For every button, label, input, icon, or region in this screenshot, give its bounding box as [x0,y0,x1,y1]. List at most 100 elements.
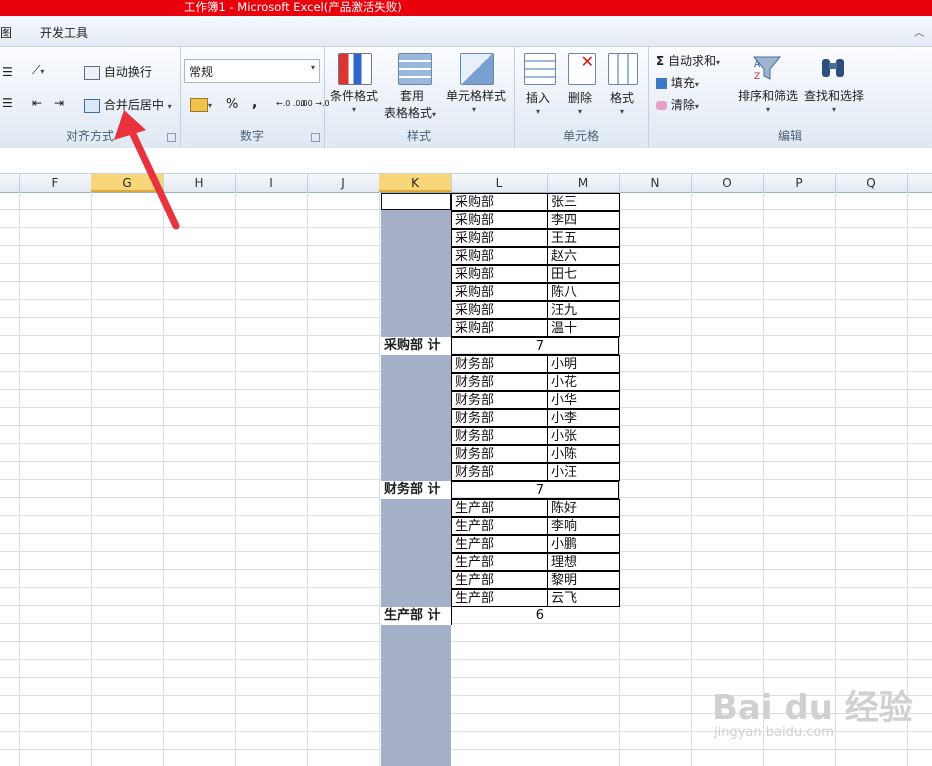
chevron-down-icon[interactable]: ▾ [766,105,770,114]
align-right-icon[interactable]: ☰ [2,96,13,110]
grid-line [91,192,92,766]
department-cell[interactable]: 采购部 [451,193,548,211]
conditional-format-button[interactable]: 条件格式 [330,87,378,104]
subtotal-label[interactable]: 采购部 计 [381,337,451,355]
percent-button[interactable]: % [226,97,238,112]
chevron-down-icon[interactable]: ▾ [472,105,476,114]
name-cell[interactable]: 田七 [547,265,620,283]
department-cell[interactable]: 财务部 [451,427,548,445]
department-cell[interactable]: 采购部 [451,301,548,319]
format-button[interactable]: 格式 [610,89,634,106]
department-cell[interactable]: 财务部 [451,445,548,463]
subtotal-count[interactable]: 7 [451,337,547,355]
increase-indent-icon[interactable]: ⇥ [54,96,64,110]
name-cell[interactable]: 小汪 [547,463,620,481]
menu-developer[interactable]: 开发工具 [40,24,88,41]
fill-button[interactable]: 填充▾ [656,74,699,91]
subtotal-label[interactable]: 生产部 计 [381,607,451,625]
name-cell[interactable]: 陈八 [547,283,620,301]
name-cell[interactable]: 陈好 [547,499,620,517]
subtotal-label[interactable]: 财务部 计 [381,481,451,499]
decrease-indent-icon[interactable]: ⇤ [32,96,42,110]
format-table-label-1[interactable]: 套用 [400,87,424,104]
name-cell[interactable]: 小陈 [547,445,620,463]
name-cell[interactable]: 赵六 [547,247,620,265]
eraser-icon [656,101,667,110]
column-header-f[interactable]: F [19,174,92,192]
column-header-l[interactable]: L [451,174,548,192]
department-cell[interactable]: 生产部 [451,499,548,517]
subtotal-count[interactable]: 7 [451,481,547,499]
column-header-q[interactable]: Q [835,174,908,192]
find-select-button[interactable]: 查找和选择 [804,87,864,104]
department-cell[interactable]: 生产部 [451,553,548,571]
department-cell[interactable]: 生产部 [451,517,548,535]
name-cell[interactable]: 温十 [547,319,620,337]
sort-filter-button[interactable]: 排序和筛选 [738,87,798,104]
name-cell[interactable]: 李四 [547,211,620,229]
comma-button[interactable]: , [252,95,257,111]
cell-styles-button[interactable]: 单元格样式 [446,87,506,104]
menu-view[interactable]: 图 [0,24,12,41]
column-header-m[interactable]: M [547,174,620,192]
department-cell[interactable]: 生产部 [451,571,548,589]
name-cell[interactable]: 汪九 [547,301,620,319]
name-cell[interactable]: 小鹏 [547,535,620,553]
department-cell[interactable]: 采购部 [451,319,548,337]
column-header-partial[interactable] [0,174,20,192]
department-cell[interactable]: 财务部 [451,463,548,481]
department-cell[interactable]: 采购部 [451,283,548,301]
department-cell[interactable]: 生产部 [451,589,548,607]
wrap-text-button[interactable]: 自动换行 [84,63,152,80]
department-cell[interactable]: 生产部 [451,535,548,553]
collapse-ribbon-icon[interactable]: ︿ [914,24,924,39]
number-format-select[interactable]: 常规 ▾ [184,59,320,83]
column-header-o[interactable]: O [691,174,764,192]
name-cell[interactable]: 小明 [547,355,620,373]
insert-button[interactable]: 插入 [526,89,550,106]
column-header-j[interactable]: J [307,174,380,192]
chevron-down-icon[interactable]: ▾ [352,105,356,114]
chevron-down-icon[interactable]: ▾ [578,107,582,116]
chevron-down-icon: ▾ [310,63,315,72]
chevron-down-icon[interactable]: ▾ [536,107,540,116]
name-cell[interactable]: 小华 [547,391,620,409]
department-cell[interactable]: 财务部 [451,391,548,409]
column-header-p[interactable]: P [763,174,836,192]
dialog-launcher-icon[interactable] [311,133,320,142]
subtotal-count[interactable]: 6 [451,607,547,625]
align-lines-icon[interactable]: ☰ [2,65,13,79]
selected-column-k[interactable] [381,193,451,766]
name-cell[interactable]: 黎明 [547,571,620,589]
orientation-icon[interactable]: ⟋▾ [32,63,44,78]
department-cell[interactable]: 采购部 [451,265,548,283]
name-cell[interactable]: 小张 [547,427,620,445]
table-cell[interactable] [547,337,619,355]
name-cell[interactable]: 小花 [547,373,620,391]
name-cell[interactable]: 王五 [547,229,620,247]
name-cell[interactable]: 云飞 [547,589,620,607]
delete-button[interactable]: 删除 [568,89,592,106]
column-header-n[interactable]: N [619,174,692,192]
column-header-k[interactable]: K [379,174,452,192]
currency-button[interactable]: ▾ [190,97,212,112]
department-cell[interactable]: 财务部 [451,355,548,373]
column-header-i[interactable]: I [235,174,308,192]
name-cell[interactable]: 小李 [547,409,620,427]
clear-button[interactable]: 清除▾ [656,96,699,113]
table-cell[interactable] [547,481,619,499]
name-cell[interactable]: 张三 [547,193,620,211]
department-cell[interactable]: 采购部 [451,229,548,247]
department-cell[interactable]: 采购部 [451,211,548,229]
name-cell[interactable]: 理想 [547,553,620,571]
chevron-down-icon[interactable]: ▾ [620,107,624,116]
chevron-down-icon[interactable]: ▾ [832,105,836,114]
department-cell[interactable]: 采购部 [451,247,548,265]
autosum-button[interactable]: Σ 自动求和▾ [656,52,720,69]
format-as-table-button[interactable]: 表格格式▾ [384,104,436,121]
department-cell[interactable]: 财务部 [451,373,548,391]
delete-cells-icon: ✕ [568,52,596,85]
name-cell[interactable]: 李响 [547,517,620,535]
active-cell[interactable] [381,193,451,210]
department-cell[interactable]: 财务部 [451,409,548,427]
